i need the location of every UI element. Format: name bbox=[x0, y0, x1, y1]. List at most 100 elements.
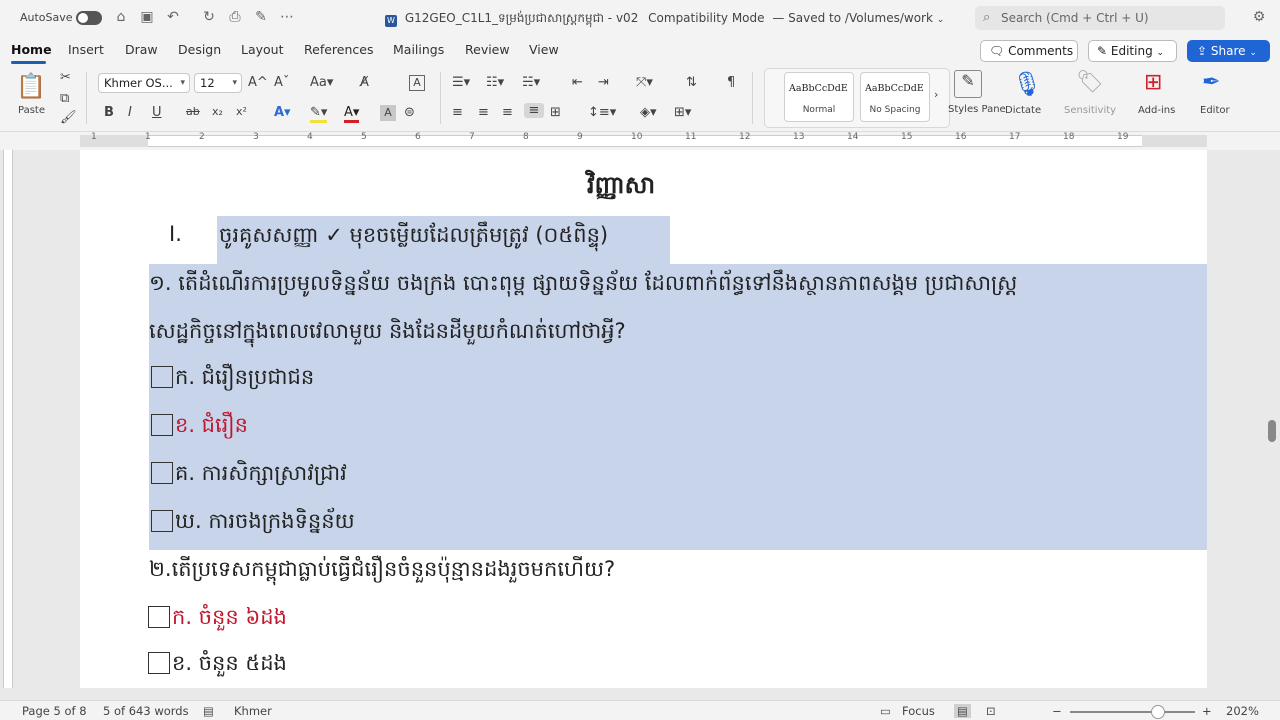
character-shading-icon[interactable]: A bbox=[380, 105, 396, 121]
document-name: G12GEO_C1L1_ទម្រង់ប្រជាសាស្ត្រកម្ពុជា - … bbox=[404, 11, 639, 25]
print-icon[interactable]: ⎙ bbox=[226, 9, 244, 25]
title-bar: AutoSave ⌂ ▣ ↶ ↻ ⎙ ✎ ⋯ W G12GEO_C1L1_ទម្… bbox=[0, 0, 1280, 36]
sort-icon[interactable]: ⇅ bbox=[686, 75, 697, 90]
dictate-label[interactable]: Dictate bbox=[1005, 105, 1041, 116]
strikethrough-icon[interactable]: ab bbox=[186, 105, 200, 118]
tab-review[interactable]: Review bbox=[465, 42, 510, 57]
italic-icon[interactable]: I bbox=[128, 105, 132, 120]
style-no-spacing[interactable]: AaBbCcDdE No Spacing bbox=[860, 72, 930, 122]
divider bbox=[86, 72, 87, 124]
zoom-slider[interactable] bbox=[1070, 711, 1195, 713]
checkbox[interactable] bbox=[151, 462, 173, 484]
cut-icon[interactable]: ✂ bbox=[60, 70, 71, 85]
numbering-icon[interactable]: ☷▾ bbox=[486, 75, 504, 90]
align-center-icon[interactable]: ≡ bbox=[478, 105, 489, 120]
checkbox[interactable] bbox=[151, 366, 173, 388]
change-case-icon[interactable]: Aa▾ bbox=[310, 75, 333, 90]
microphone-icon[interactable]: 🎙 bbox=[1012, 70, 1042, 98]
page-count[interactable]: Page 5 of 8 bbox=[22, 704, 87, 718]
editing-button[interactable]: ✎ Editing ⌄ bbox=[1088, 40, 1177, 62]
checkbox[interactable] bbox=[148, 606, 170, 628]
asian-layout-icon[interactable]: ⤧▾ bbox=[636, 75, 653, 90]
line-spacing-icon[interactable]: ↕≡▾ bbox=[588, 105, 616, 120]
text-effects-icon[interactable]: A▾ bbox=[274, 105, 291, 120]
decrease-indent-icon[interactable]: ⇤ bbox=[572, 75, 583, 90]
ruler-number: 5 bbox=[361, 132, 367, 142]
superscript-icon[interactable]: x² bbox=[236, 105, 247, 118]
status-bar: Page 5 of 8 5 of 643 words ▤ Khmer ▭ Foc… bbox=[0, 700, 1280, 720]
chevron-right-icon[interactable]: › bbox=[934, 88, 938, 101]
search-input[interactable]: ⌕ Search (Cmd + Ctrl + U) bbox=[975, 6, 1225, 30]
borders-icon[interactable]: ⊞▾ bbox=[674, 105, 691, 120]
shading-icon[interactable]: ◈▾ bbox=[640, 105, 657, 120]
clear-formatting-icon[interactable]: A̸ bbox=[360, 75, 369, 90]
grow-font-icon[interactable]: A^ bbox=[248, 75, 268, 90]
home-icon[interactable]: ⌂ bbox=[112, 9, 130, 25]
tab-design[interactable]: Design bbox=[178, 42, 221, 57]
tab-insert[interactable]: Insert bbox=[68, 42, 104, 57]
underline-icon[interactable]: U bbox=[152, 105, 162, 120]
tab-references[interactable]: References bbox=[304, 42, 373, 57]
editor-icon[interactable]: ✒ bbox=[1202, 70, 1220, 95]
vertical-scrollbar[interactable] bbox=[1268, 420, 1276, 442]
align-left-icon[interactable]: ≡ bbox=[452, 105, 463, 120]
customize-icon[interactable]: ✎ bbox=[252, 9, 270, 25]
bold-icon[interactable]: B bbox=[104, 105, 114, 120]
ruler-number: 11 bbox=[685, 132, 697, 142]
shrink-font-icon[interactable]: Aˇ bbox=[274, 75, 289, 90]
font-color-icon[interactable]: A▾ bbox=[344, 105, 360, 123]
document-page[interactable]: វិញ្ញាសា I. ចូរគូសសញ្ញា ✓ មុខចម្លើយដែលត្… bbox=[80, 150, 1207, 688]
show-formatting-icon[interactable]: ¶ bbox=[727, 75, 735, 90]
more-icon[interactable]: ⋯ bbox=[278, 9, 296, 25]
autosave-toggle[interactable] bbox=[76, 11, 102, 25]
highlighter-icon[interactable]: ✎▾ bbox=[310, 105, 328, 123]
multilevel-list-icon[interactable]: ☵▾ bbox=[522, 75, 540, 90]
format-painter-icon[interactable]: 🖌 bbox=[60, 110, 77, 125]
print-layout-icon[interactable]: ▤ bbox=[954, 704, 971, 718]
checkbox[interactable] bbox=[151, 414, 173, 436]
word-count[interactable]: 5 of 643 words bbox=[103, 704, 189, 718]
tab-view[interactable]: View bbox=[529, 42, 559, 57]
add-ins-label[interactable]: Add-ins bbox=[1138, 105, 1175, 116]
text-effects-box-icon[interactable]: A bbox=[409, 75, 425, 91]
styles-pane-icon[interactable]: ✎ bbox=[954, 70, 982, 98]
distributed-icon[interactable]: ⊞ bbox=[550, 105, 561, 120]
comments-button[interactable]: 🗨 Comments bbox=[980, 40, 1078, 62]
save-icon[interactable]: ▣ bbox=[138, 9, 156, 25]
tab-draw[interactable]: Draw bbox=[125, 42, 158, 57]
bullets-icon[interactable]: ☰▾ bbox=[452, 75, 470, 90]
increase-indent-icon[interactable]: ⇥ bbox=[598, 75, 609, 90]
focus-label[interactable]: Focus bbox=[902, 704, 935, 718]
checkbox[interactable] bbox=[151, 510, 173, 532]
focus-icon[interactable]: ▭ bbox=[880, 704, 891, 718]
tab-home[interactable]: Home bbox=[11, 42, 52, 57]
zoom-out-icon[interactable]: − bbox=[1052, 704, 1062, 718]
font-name-select[interactable]: Khmer OS... ▾ bbox=[98, 73, 190, 93]
editor-label[interactable]: Editor bbox=[1200, 105, 1230, 116]
style-normal[interactable]: AaBbCcDdE Normal bbox=[784, 72, 854, 122]
zoom-slider-handle[interactable] bbox=[1151, 705, 1165, 719]
copy-icon[interactable]: ⧉ bbox=[60, 91, 69, 106]
justify-icon[interactable]: ≡ bbox=[524, 103, 544, 118]
phonetic-guide-icon[interactable]: ⊜ bbox=[404, 105, 415, 120]
align-right-icon[interactable]: ≡ bbox=[502, 105, 513, 120]
styles-pane-label[interactable]: Styles Pane bbox=[948, 104, 1006, 115]
paste-icon[interactable]: 📋 bbox=[16, 72, 46, 100]
language[interactable]: Khmer bbox=[234, 704, 272, 718]
tab-mailings[interactable]: Mailings bbox=[393, 42, 444, 57]
web-layout-icon[interactable]: ⊡ bbox=[986, 704, 996, 718]
undo-icon[interactable]: ↶ bbox=[164, 9, 182, 25]
checkbox[interactable] bbox=[148, 652, 170, 674]
zoom-level[interactable]: 202% bbox=[1226, 704, 1259, 718]
redo-icon[interactable]: ↻ bbox=[200, 9, 218, 25]
subscript-icon[interactable]: x₂ bbox=[212, 105, 223, 118]
document-title[interactable]: W G12GEO_C1L1_ទម្រង់ប្រជាសាស្ត្រកម្ពុជា … bbox=[385, 10, 944, 28]
horizontal-ruler[interactable]: 1 1 2 3 4 5 6 7 8 9 10 11 12 13 14 15 16 17 18 19 bbox=[0, 132, 1280, 150]
add-ins-icon[interactable]: ⊞ bbox=[1144, 70, 1162, 95]
zoom-in-icon[interactable]: + bbox=[1202, 704, 1212, 718]
settings-icon[interactable]: ⚙ bbox=[1250, 9, 1268, 25]
share-button[interactable]: ⇪ Share ⌄ bbox=[1187, 40, 1270, 62]
tab-layout[interactable]: Layout bbox=[241, 42, 284, 57]
font-size-select[interactable]: 12 ▾ bbox=[194, 73, 242, 93]
proofing-icon[interactable]: ▤ bbox=[203, 704, 214, 718]
